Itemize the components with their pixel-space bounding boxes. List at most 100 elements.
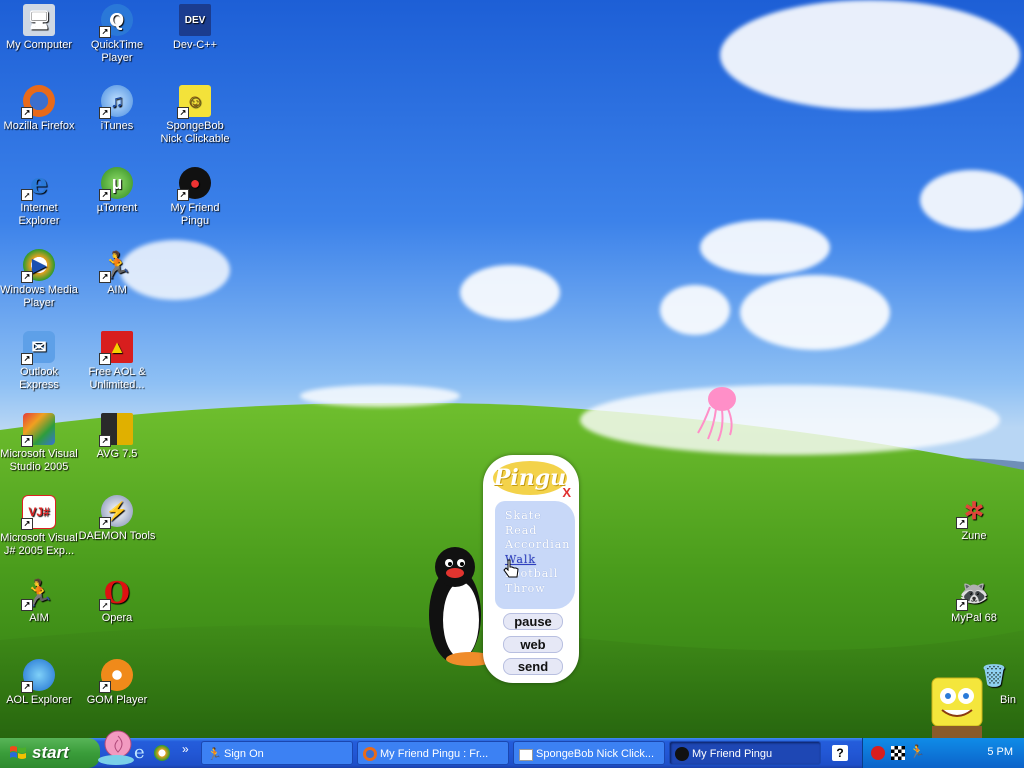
task-spongebob[interactable]: SpongeBob Nick Click...	[513, 741, 665, 765]
icon-label: AIM	[107, 284, 127, 296]
icon-label: MyPal 68	[951, 612, 997, 624]
task-label: Sign On	[224, 748, 264, 760]
avg-icon: ↗	[99, 413, 133, 447]
icon-label: DAEMON Tools	[78, 530, 156, 542]
aim-icon: 🏃 ↗	[21, 577, 56, 611]
devcpp-icon: DEV	[179, 4, 211, 36]
checker-tray-icon[interactable]	[891, 746, 905, 760]
pingu-menu-skate[interactable]: Skate	[495, 509, 575, 524]
aim-tray-icon[interactable]: 🏃	[909, 744, 925, 760]
icon-label: My Friend Pingu	[170, 202, 220, 227]
icon-label: SpongeBob Nick Clickable	[160, 120, 230, 145]
zune-icon: ✲ ↗	[956, 495, 990, 529]
pingu-control-panel: Pingu X Skate Read Accordian Walk Footba…	[483, 455, 579, 683]
icon-label: QuickTime Player	[90, 39, 144, 64]
pingu-menu-accordian[interactable]: Accordian	[495, 538, 575, 553]
pingu-menu-read[interactable]: Read	[495, 524, 575, 539]
close-icon[interactable]: X	[562, 485, 571, 500]
aim-icon: 🏃	[207, 747, 222, 761]
firefox-icon	[363, 747, 377, 761]
gom-player-icon: ↗	[99, 659, 133, 693]
pingu-icon	[675, 747, 689, 761]
cloud	[740, 275, 890, 350]
wmp-quicklaunch-icon[interactable]	[154, 745, 170, 761]
pingu-menu-throw[interactable]: Throw	[495, 582, 575, 597]
icon-label: Microsoft Visual Studio 2005	[0, 448, 78, 473]
desktop-icon-avg[interactable]: ↗ AVG 7.5	[78, 413, 156, 461]
visual-j-icon: VJ# ↗	[21, 495, 56, 530]
daemon-tools-icon: ⚡ ↗	[99, 495, 133, 529]
desktop-icon-free-aol[interactable]: ▲ ↗ Free AOL & Unlimited...	[78, 331, 156, 392]
cloud	[660, 285, 730, 335]
desktop-icon-gom-player[interactable]: ↗ GOM Player	[78, 659, 156, 707]
gary-snail-sprite[interactable]	[96, 726, 136, 766]
desktop-icon-devcpp[interactable]: DEV Dev-C++	[156, 4, 234, 52]
desktop-icon-my-friend-pingu[interactable]: ● ↗ My Friend Pingu	[156, 167, 234, 228]
icon-label: AVG 7.5	[96, 448, 138, 460]
desktop: 🖥 My Computer ↗ Mozilla Firefox e ↗ Inter…	[0, 0, 1024, 738]
desktop-icon-aim[interactable]: 🏃 ↗ AIM	[0, 577, 78, 625]
icon-label: Opera	[101, 612, 133, 624]
start-button[interactable]: start	[0, 738, 100, 768]
web-button[interactable]: web	[503, 636, 563, 653]
pause-button[interactable]: pause	[503, 613, 563, 630]
desktop-icon-windows-media-player[interactable]: ▶ ↗ Windows Media Player	[0, 249, 78, 310]
desktop-icon-mypal[interactable]: 🦝 ↗ MyPal 68	[935, 577, 1013, 625]
start-label: start	[32, 743, 69, 762]
icon-label: Zune	[961, 530, 987, 542]
task-label: SpongeBob Nick Click...	[536, 748, 654, 760]
icon-label: My Computer	[5, 39, 73, 51]
desktop-icon-utorrent[interactable]: µ ↗ µTorrent	[78, 167, 156, 215]
desktop-icon-my-computer[interactable]: 🖥 My Computer	[0, 4, 78, 52]
desktop-icon-visual-studio[interactable]: ↗ Microsoft Visual Studio 2005	[0, 413, 78, 474]
wmp-icon: ▶ ↗	[21, 249, 55, 283]
spongebob-icon: ☺ ↗	[177, 85, 211, 119]
ie-icon: e ↗	[21, 167, 55, 201]
desktop-icon-firefox[interactable]: ↗ Mozilla Firefox	[0, 85, 78, 133]
desktop-icon-visual-j[interactable]: VJ# ↗ Microsoft Visual J# 2005 Exp...	[0, 495, 78, 558]
icon-label: iTunes	[100, 120, 134, 132]
desktop-icon-spongebob[interactable]: ☺ ↗ SpongeBob Nick Clickable	[156, 85, 234, 146]
send-button[interactable]: send	[503, 658, 563, 675]
desktop-icon-itunes[interactable]: ♫ ↗ iTunes	[78, 85, 156, 133]
icon-label: Dev-C++	[172, 39, 218, 51]
pingu-action-menu: Skate Read Accordian Walk Football Throw	[495, 501, 575, 609]
system-tray: 🏃 5 PM	[862, 738, 1024, 768]
aol-explorer-icon: ↗	[21, 659, 55, 693]
spongebob-sprite[interactable]	[924, 676, 990, 738]
icon-label: GOM Player	[86, 694, 148, 706]
desktop-icon-zune[interactable]: ✲ ↗ Zune	[935, 495, 1013, 543]
help-button[interactable]: ?	[832, 745, 848, 761]
aim-icon: 🏃 ↗	[99, 249, 134, 283]
itunes-icon: ♫ ↗	[99, 85, 133, 119]
opera-icon: O ↗	[99, 577, 133, 611]
desktop-icon-outlook-express[interactable]: ✉ ↗ Outlook Express	[0, 331, 78, 392]
cloud	[580, 385, 1000, 455]
jellyfish-sprite[interactable]	[694, 383, 744, 443]
aol-tray-icon[interactable]	[871, 746, 885, 760]
desktop-icon-quicktime[interactable]: Q ↗ QuickTime Player	[78, 4, 156, 65]
icon-label: Windows Media Player	[0, 284, 78, 309]
desktop-icon-daemon-tools[interactable]: ⚡ ↗ DAEMON Tools	[78, 495, 156, 543]
computer-icon: 🖥	[23, 4, 55, 36]
task-sign-on[interactable]: 🏃 Sign On	[201, 741, 353, 765]
desktop-icon-internet-explorer[interactable]: e ↗ Internet Explorer	[0, 167, 78, 228]
ie-quicklaunch-icon[interactable]: e	[134, 744, 145, 762]
pingu-icon: ● ↗	[177, 167, 211, 201]
desktop-icon-aim-2[interactable]: 🏃 ↗ AIM	[78, 249, 156, 297]
icon-label: Mozilla Firefox	[3, 120, 75, 132]
icon-label: Free AOL & Unlimited...	[88, 366, 146, 391]
aol-icon: ▲ ↗	[99, 331, 133, 365]
clock[interactable]: 5 PM	[987, 746, 1013, 758]
task-label: My Friend Pingu : Fr...	[380, 748, 489, 760]
desktop-icon-aol-explorer[interactable]: ↗ AOL Explorer	[0, 659, 78, 707]
icon-label: Internet Explorer	[18, 202, 60, 227]
cloud	[700, 220, 830, 275]
task-my-friend-pingu[interactable]: My Friend Pingu	[669, 741, 821, 765]
desktop-icon-opera[interactable]: O ↗ Opera	[78, 577, 156, 625]
utorrent-icon: µ ↗	[99, 167, 133, 201]
quicklaunch-more-icon[interactable]: »	[182, 742, 189, 756]
task-pingu-firefox[interactable]: My Friend Pingu : Fr...	[357, 741, 509, 765]
quicktime-icon: Q ↗	[99, 4, 133, 38]
icon-label: AOL Explorer	[6, 694, 72, 706]
